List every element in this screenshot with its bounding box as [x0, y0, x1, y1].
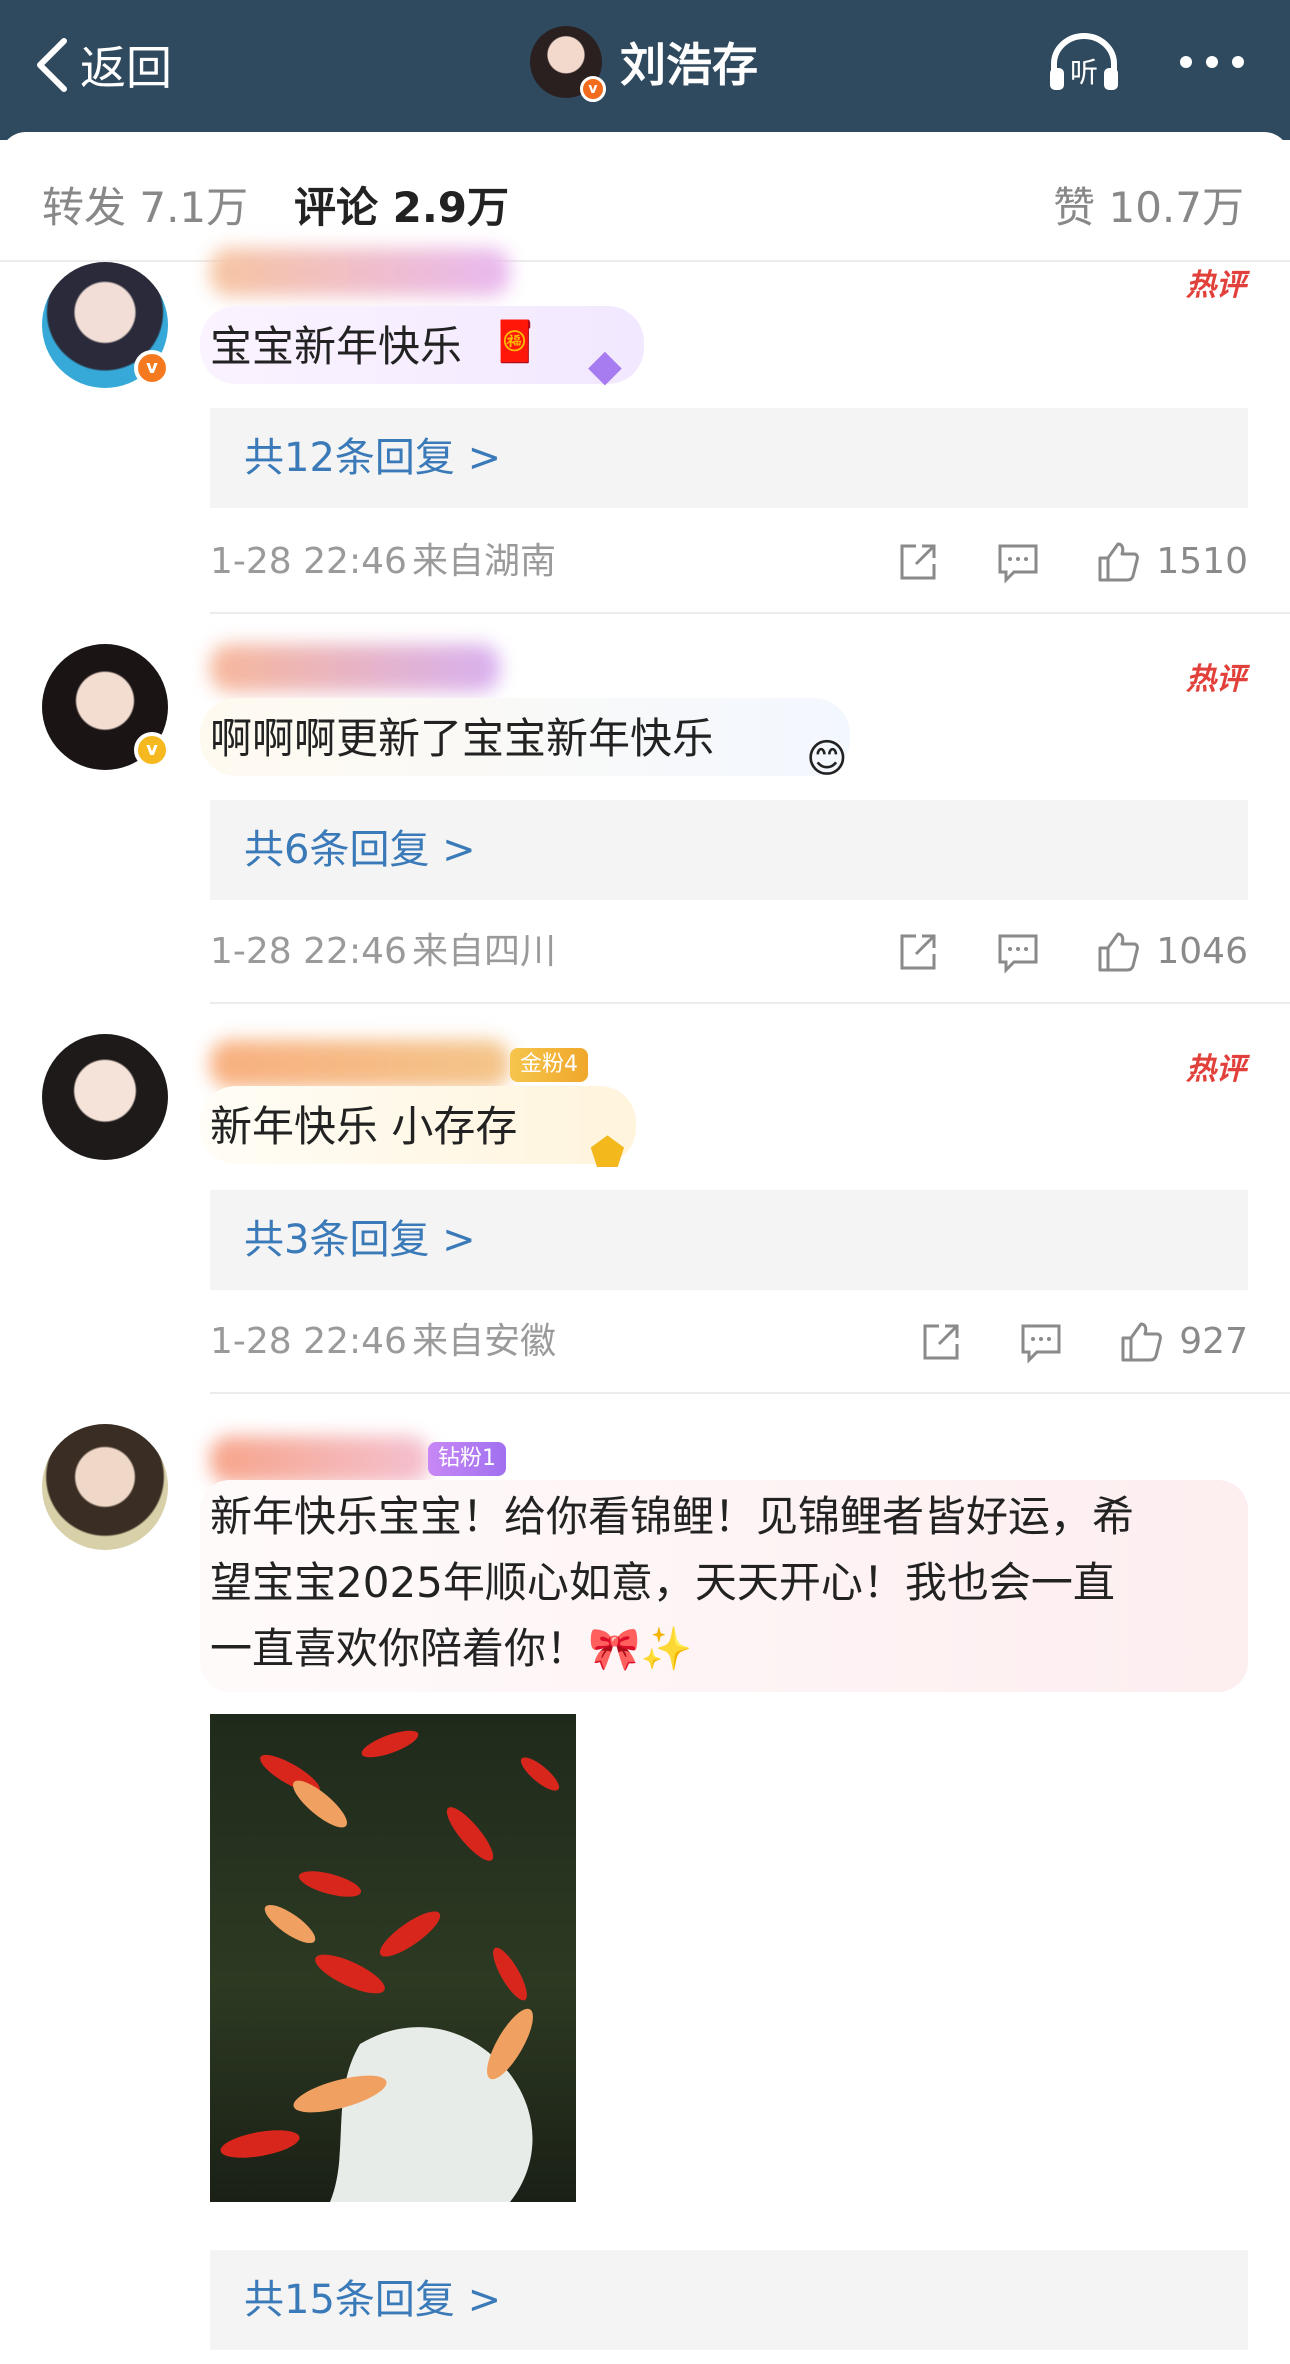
- view-replies-button[interactable]: 共12条回复 >: [210, 408, 1248, 508]
- verified-badge-icon: v: [134, 732, 170, 768]
- hot-comment-badge: 热评: [1186, 1052, 1246, 1087]
- comment-location: 来自安徽: [412, 1321, 557, 1362]
- avatar[interactable]: [42, 1034, 168, 1160]
- more-options-button[interactable]: [1180, 56, 1244, 68]
- back-label: 返回: [80, 41, 172, 95]
- like-count: 1510: [1156, 541, 1248, 582]
- tab-comment[interactable]: 评论 2.9万: [294, 174, 509, 235]
- comment-location: 来自湖南: [412, 541, 557, 582]
- comment-text-line: 新年快乐宝宝！给你看锦鲤！见锦鲤者皆好运，希: [210, 1492, 1135, 1541]
- verified-badge-icon: v: [580, 76, 606, 102]
- comment-meta: 1-28 22:46 来自安徽 927: [210, 1312, 1248, 1372]
- koi-fish-image: [210, 1714, 576, 2202]
- page-title: 刘浩存: [620, 38, 758, 92]
- divider: [210, 1002, 1290, 1004]
- username-blurred[interactable]: [210, 1436, 430, 1484]
- verified-badge-icon: v: [134, 350, 170, 386]
- comment-text: 新年快乐 小存存: [210, 1102, 518, 1151]
- like-icon[interactable]: [1094, 928, 1142, 976]
- koi-photo-attachment[interactable]: [210, 1714, 576, 2202]
- tab-repost[interactable]: 转发 7.1万: [42, 174, 248, 235]
- sticker-icon: 😊: [806, 736, 848, 782]
- avatar[interactable]: v: [530, 26, 606, 102]
- tab-bar: 转发 7.1万 评论 2.9万 赞 10.7万: [0, 132, 1290, 262]
- comment-text-line: 一直喜欢你陪着你！🎀✨: [210, 1624, 693, 1673]
- listen-button[interactable]: 听: [1046, 30, 1122, 94]
- comment-icon[interactable]: [994, 538, 1042, 586]
- comment-meta: 1-28 22:46 来自四川 1046: [210, 922, 1248, 982]
- comment-location: 来自四川: [412, 931, 557, 972]
- chevron-left-icon: [37, 38, 67, 92]
- like-count: 1046: [1156, 931, 1248, 972]
- share-icon[interactable]: [917, 1318, 965, 1366]
- sticker-icon: 🧧: [490, 319, 540, 365]
- avatar[interactable]: v: [42, 262, 170, 388]
- share-icon[interactable]: [894, 538, 942, 586]
- comment-text: 啊啊啊更新了宝宝新年快乐: [210, 714, 715, 763]
- view-replies-button[interactable]: 共3条回复 >: [210, 1190, 1248, 1290]
- hot-comment-badge: 热评: [1186, 662, 1246, 697]
- comment-icon[interactable]: [994, 928, 1042, 976]
- diamond-decoration-icon: ◆: [588, 340, 622, 391]
- avatar[interactable]: v: [42, 644, 170, 770]
- view-replies-button[interactable]: 共6条回复 >: [210, 800, 1248, 900]
- avatar[interactable]: [42, 1424, 168, 1550]
- svg-text:听: 听: [1070, 56, 1098, 89]
- back-button[interactable]: 返回: [34, 30, 172, 100]
- comment-time: 1-28 22:46: [210, 931, 407, 972]
- divider: [210, 1392, 1290, 1394]
- share-icon[interactable]: [894, 928, 942, 976]
- comment-text-line: 望宝宝2025年顺心如意，天天开心！我也会一直: [210, 1558, 1115, 1607]
- fan-level-badge: 金粉4: [510, 1048, 588, 1082]
- comment-time: 1-28 22:46: [210, 541, 407, 582]
- more-dot-icon: [1206, 56, 1218, 68]
- comment-icon[interactable]: [1017, 1318, 1065, 1366]
- comment-time: 1-28 22:46: [210, 1321, 407, 1362]
- username-blurred[interactable]: [210, 1040, 510, 1088]
- more-dot-icon: [1232, 56, 1244, 68]
- username-blurred[interactable]: [210, 644, 500, 692]
- like-icon[interactable]: [1117, 1318, 1165, 1366]
- headphones-icon: 听: [1050, 33, 1118, 90]
- comment-text: 宝宝新年快乐: [210, 322, 463, 371]
- profile-header[interactable]: v 刘浩存: [530, 22, 758, 102]
- more-dot-icon: [1180, 56, 1192, 68]
- divider: [210, 612, 1290, 614]
- like-count: 927: [1179, 1321, 1248, 1362]
- top-nav-bar: 返回 v 刘浩存 听: [0, 0, 1290, 140]
- view-replies-button[interactable]: 共15条回复 >: [210, 2250, 1248, 2350]
- hot-comment-badge: 热评: [1186, 268, 1246, 303]
- comment-meta: 1-28 22:46 来自湖南 1510: [210, 532, 1248, 592]
- medal-decoration-icon: ⬟: [590, 1130, 625, 1176]
- like-icon[interactable]: [1094, 538, 1142, 586]
- tab-like[interactable]: 赞 10.7万: [1053, 174, 1244, 235]
- fan-level-badge: 钻粉1: [428, 1442, 506, 1476]
- username-blurred[interactable]: [210, 248, 510, 296]
